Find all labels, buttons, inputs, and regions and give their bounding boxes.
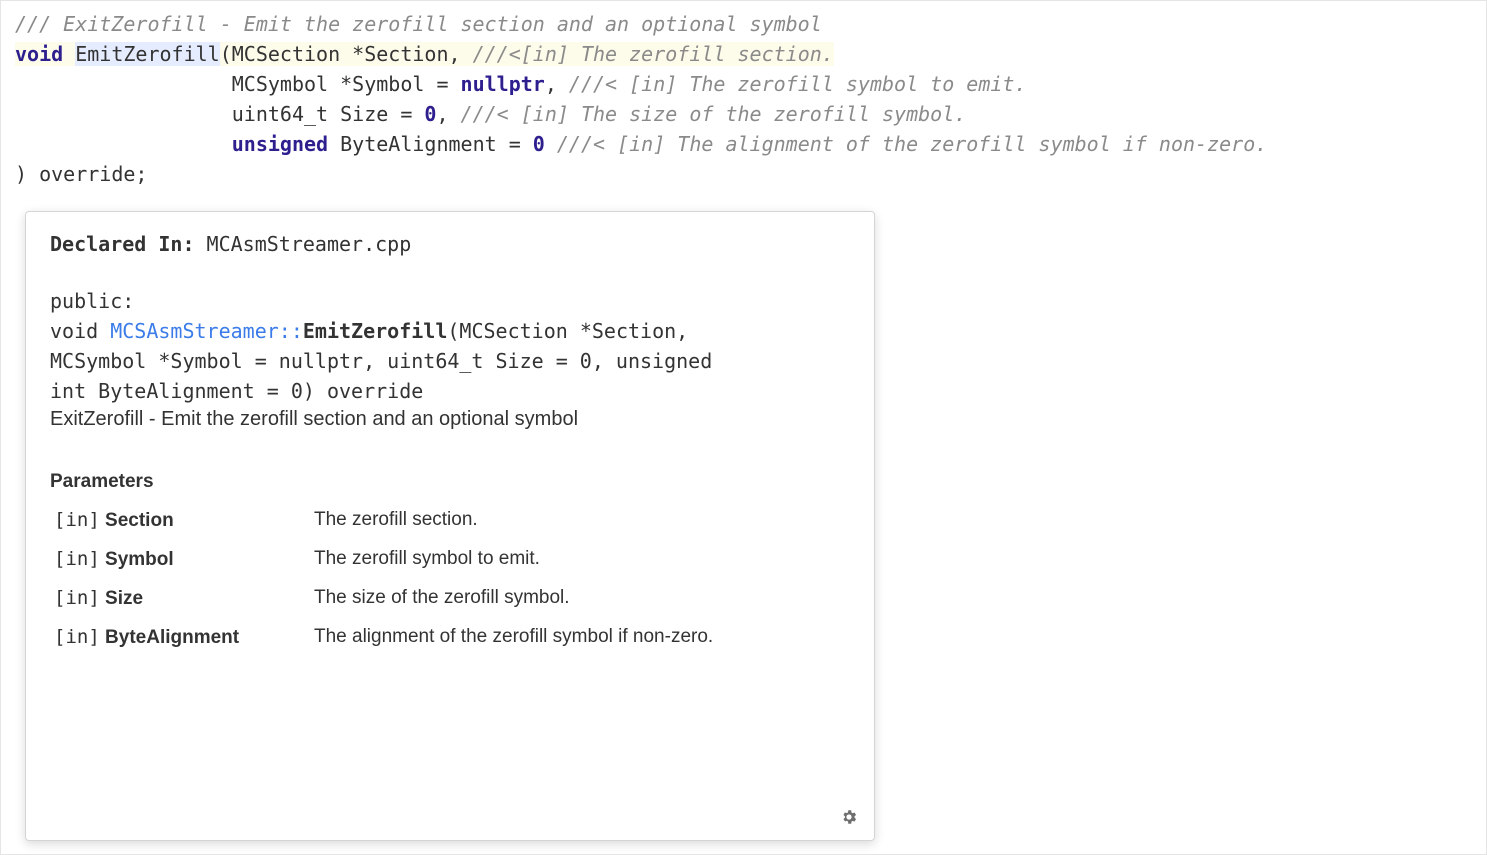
- sig-line2: MCSymbol *Symbol = nullptr, uint64_t Siz…: [50, 349, 712, 373]
- param-name: Symbol: [105, 549, 174, 570]
- keyword-unsigned: unsigned: [232, 132, 328, 156]
- comment-line: /// ExitZerofill - Emit the zerofill sec…: [15, 12, 822, 36]
- sig-function-name: EmitZerofill: [303, 319, 448, 343]
- declaration-signature: public: void MCSAsmStreamer::EmitZerofil…: [50, 286, 850, 406]
- param-direction: [in]: [54, 626, 100, 648]
- code-text: ,: [545, 72, 569, 96]
- declared-in-file: MCAsmStreamer.cpp: [195, 232, 412, 256]
- param-desc: The alignment of the zerofill symbol if …: [310, 618, 850, 657]
- code-text: ,: [436, 102, 460, 126]
- sig-rest: (MCSection *Section,: [447, 319, 688, 343]
- param-row: [in] ByteAlignment The alignment of the …: [50, 618, 850, 657]
- parameters-table: [in] Section The zerofill section. [in] …: [50, 501, 850, 657]
- param-desc: The size of the zerofill symbol.: [310, 579, 850, 618]
- indent: [15, 72, 232, 96]
- keyword-void: void: [15, 42, 63, 66]
- param-name: Section: [105, 510, 174, 531]
- code-text: ) override;: [15, 162, 147, 186]
- number-literal: 0: [533, 132, 545, 156]
- param-desc: The zerofill section.: [310, 501, 850, 540]
- keyword-nullptr: nullptr: [461, 72, 545, 96]
- param-name: ByteAlignment: [105, 627, 239, 648]
- param-comment: ///< [in] The zerofill symbol to emit.: [569, 72, 1027, 96]
- declared-in-label: Declared In:: [50, 232, 195, 256]
- indent: [15, 132, 232, 156]
- param-comment: ///<[in] The zerofill section.: [473, 42, 834, 66]
- sig-public: public:: [50, 289, 134, 313]
- param-row: [in] Section The zerofill section.: [50, 501, 850, 540]
- param-row: [in] Symbol The zerofill symbol to emit.: [50, 540, 850, 579]
- function-name[interactable]: EmitZerofill: [75, 42, 220, 66]
- declared-in-row: Declared In: MCAsmStreamer.cpp: [50, 232, 850, 256]
- parameters-heading: Parameters: [50, 471, 850, 493]
- param-comment: ///< [in] The alignment of the zerofill …: [557, 132, 1267, 156]
- editor-frame: /// ExitZerofill - Emit the zerofill sec…: [0, 0, 1487, 855]
- indent: [15, 102, 232, 126]
- gear-icon[interactable]: [840, 808, 858, 826]
- sig-line3: int ByteAlignment = 0) override: [50, 379, 423, 403]
- number-literal: 0: [424, 102, 436, 126]
- doc-description: ExitZerofill - Emit the zerofill section…: [50, 408, 850, 431]
- sig-void: void: [50, 319, 110, 343]
- param-direction: [in]: [54, 548, 100, 570]
- code-text: [545, 132, 557, 156]
- code-block[interactable]: /// ExitZerofill - Emit the zerofill sec…: [15, 9, 1472, 189]
- code-text: ByteAlignment =: [328, 132, 533, 156]
- code-text: (MCSection *Section,: [220, 42, 473, 66]
- param-direction: [in]: [54, 509, 100, 531]
- sig-class-link[interactable]: MCSAsmStreamer::: [110, 319, 303, 343]
- code-text: MCSymbol *Symbol =: [232, 72, 461, 96]
- doc-tooltip: Declared In: MCAsmStreamer.cpp public: v…: [25, 211, 875, 841]
- param-comment: ///< [in] The size of the zerofill symbo…: [461, 102, 967, 126]
- code-text: uint64_t Size =: [232, 102, 425, 126]
- param-desc: The zerofill symbol to emit.: [310, 540, 850, 579]
- param-direction: [in]: [54, 587, 100, 609]
- param-name: Size: [105, 588, 143, 609]
- param-row: [in] Size The size of the zerofill symbo…: [50, 579, 850, 618]
